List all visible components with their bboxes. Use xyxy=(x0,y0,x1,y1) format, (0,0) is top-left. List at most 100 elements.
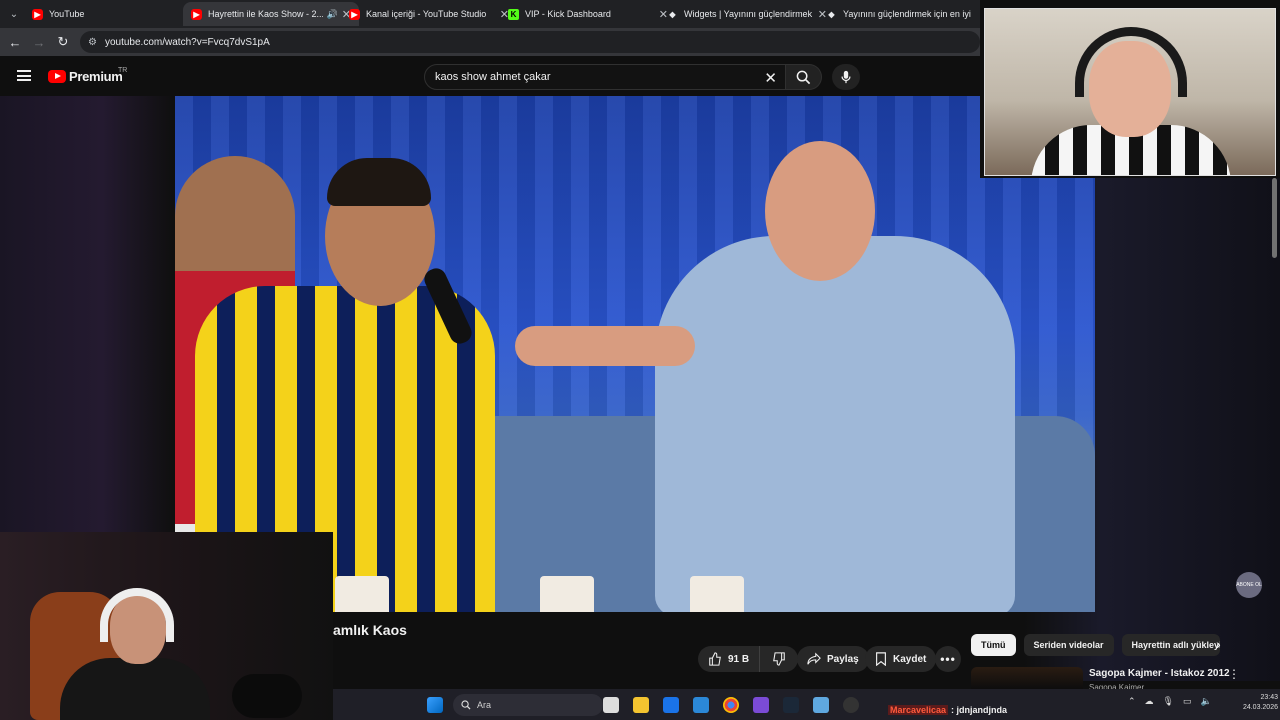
network-icon[interactable]: ☁ xyxy=(1145,696,1154,707)
share-arrow-icon xyxy=(807,652,821,665)
tab-kick-dashboard[interactable]: K VIP - Kick Dashboard ✕ xyxy=(500,2,676,26)
store-icon[interactable] xyxy=(663,697,679,713)
chevron-up-icon[interactable]: ⌃ xyxy=(1128,696,1136,707)
like-count: 91 B xyxy=(728,653,750,665)
search-icon xyxy=(461,700,471,710)
thumbs-down-icon xyxy=(773,652,785,666)
tab-widgets[interactable]: ◆ Widgets | Yayınını güçlendirmek ✕ xyxy=(659,2,835,26)
page-scrollbar[interactable] xyxy=(1272,178,1277,258)
display-icon[interactable]: ▭ xyxy=(1183,696,1192,707)
tab-title: Hayrettin ile Kaos Show - 2... xyxy=(208,9,323,19)
chip-series[interactable]: Seriden videolar xyxy=(1023,634,1114,656)
volume-icon[interactable]: 🔈 xyxy=(1201,696,1212,707)
discord-icon[interactable] xyxy=(753,697,769,713)
youtube-favicon-icon: ▶ xyxy=(191,8,202,20)
tab-title: Yayınını güçlendirmek için en iyi xyxy=(843,9,971,19)
chat-username: Marcavelicaa xyxy=(888,705,949,715)
steam-icon[interactable] xyxy=(783,697,799,713)
kick-favicon-icon: K xyxy=(508,8,519,20)
voice-search-button[interactable] xyxy=(832,64,860,90)
microphone-tray-icon[interactable]: 🎙 xyxy=(1163,696,1174,707)
search-button[interactable] xyxy=(786,64,822,90)
obs-icon[interactable] xyxy=(843,697,859,713)
more-actions-button[interactable]: ••• xyxy=(935,646,961,672)
clock-date: 24.03.2026 xyxy=(1242,704,1278,711)
windows-start-icon[interactable] xyxy=(427,697,443,713)
headset-icon xyxy=(100,588,174,642)
more-vertical-icon[interactable]: ⋮ xyxy=(1228,667,1240,681)
logo-text: Premium xyxy=(69,69,123,84)
chip-all[interactable]: Tümü xyxy=(971,634,1016,656)
taskbar-search-placeholder: Ara xyxy=(477,700,492,710)
webcam-overlay-top xyxy=(980,0,1280,178)
taskbar-search[interactable]: Ara xyxy=(453,694,603,716)
share-label: Paylaş xyxy=(827,653,859,665)
more-horizontal-icon: ••• xyxy=(940,652,956,666)
tab-title: Widgets | Yayınını güçlendirmek xyxy=(684,9,813,19)
recommendation-chips: Tümü Seriden videolar Hayrettin adlı yük… xyxy=(971,634,1228,656)
tab-title: Kanal içeriği - YouTube Studio xyxy=(366,9,487,19)
notepad-icon[interactable] xyxy=(813,697,829,713)
audio-playing-icon[interactable]: 🔊 xyxy=(327,9,338,20)
dislike-button[interactable] xyxy=(760,646,799,672)
microphone-icon xyxy=(841,70,851,84)
site-info-icon[interactable]: ⚙ xyxy=(88,37,97,48)
more-actions-group: ••• xyxy=(935,646,961,672)
taskbar-clock[interactable]: 23:43 24.03.2026 xyxy=(1228,693,1278,713)
share-group: Paylaş xyxy=(797,646,869,672)
bookmark-icon xyxy=(876,652,886,666)
tab-title: VIP - Kick Dashboard xyxy=(525,9,611,19)
headset-icon xyxy=(1075,27,1187,97)
country-code: TR xyxy=(118,67,128,74)
youtube-studio-favicon-icon: ▶ xyxy=(349,8,360,20)
tab-search-button[interactable]: ⌄ xyxy=(4,4,24,24)
youtube-header: Premium TR kaos show ahmet çakar ✕ xyxy=(0,56,980,96)
tab-youtube[interactable]: ▶ YouTube ✕ xyxy=(24,2,200,26)
webcam-overlay-bottom xyxy=(0,532,333,720)
system-tray: ⌃ ☁ 🎙 ▭ 🔈 xyxy=(1128,696,1221,707)
save-button[interactable]: Kaydet xyxy=(865,646,937,672)
outlook-icon[interactable] xyxy=(693,697,709,713)
webcam-feed xyxy=(984,8,1276,176)
recommendation-title[interactable]: Sagopa Kajmer - Istakoz 2012 xyxy=(1089,668,1230,679)
clear-search-icon[interactable]: ✕ xyxy=(764,69,777,87)
forward-arrow-icon[interactable]: → xyxy=(30,33,48,51)
video-cup xyxy=(540,576,594,612)
search-icon xyxy=(796,70,811,84)
recommendation-thumbnail[interactable] xyxy=(971,667,1083,689)
chat-text: : jdnjandjnda xyxy=(951,705,1008,715)
back-arrow-icon[interactable]: ← xyxy=(6,33,24,51)
youtube-logo-icon xyxy=(48,70,66,83)
share-button[interactable]: Paylaş xyxy=(797,646,869,672)
address-bar[interactable]: ⚙ youtube.com/watch?v=Fvcq7dvS1pA xyxy=(80,31,980,53)
video-person-right-arm xyxy=(515,326,695,366)
video-cup xyxy=(335,576,389,612)
search-input[interactable]: kaos show ahmet çakar ✕ xyxy=(424,64,786,90)
tab-kaos-show[interactable]: ▶ Hayrettin ile Kaos Show - 2... 🔊 ✕ xyxy=(183,2,359,26)
url-text: youtube.com/watch?v=Fvcq7dvS1pA xyxy=(104,36,270,48)
reload-icon[interactable]: ↻ xyxy=(54,33,72,51)
chevron-right-icon[interactable]: › xyxy=(1216,636,1221,652)
save-group: Kaydet xyxy=(865,646,937,672)
video-person-right-head xyxy=(765,141,875,281)
webcam-microphone xyxy=(232,674,302,718)
file-explorer-icon[interactable] xyxy=(633,697,649,713)
video-title: amlık Kaos xyxy=(333,622,407,638)
tab-youtube-studio[interactable]: ▶ Kanal içeriği - YouTube Studio ✕ xyxy=(341,2,517,26)
search-query: kaos show ahmet çakar xyxy=(435,71,551,83)
like-button[interactable]: 91 B xyxy=(698,646,761,672)
youtube-premium-logo[interactable]: Premium xyxy=(48,69,123,84)
like-dislike-group: 91 B xyxy=(698,646,799,672)
chrome-icon[interactable] xyxy=(723,697,739,713)
diamond-favicon-icon: ◆ xyxy=(828,9,835,19)
webcam-person-body xyxy=(60,658,210,720)
video-cup xyxy=(690,576,744,612)
thumbs-up-icon xyxy=(709,652,721,666)
diamond-favicon-icon: ◆ xyxy=(669,9,676,19)
chip-uploader[interactable]: Hayrettin adlı yükleyic xyxy=(1121,634,1220,656)
menu-icon[interactable] xyxy=(17,70,31,81)
stream-chat-message: Marcavelicaa : jdnjandjnda xyxy=(888,703,1007,717)
tab-yayin[interactable]: ◆ Yayınını güçlendirmek için en iyi xyxy=(818,2,994,26)
channel-watermark[interactable]: ABONE OL xyxy=(1236,572,1262,598)
task-view-icon[interactable] xyxy=(603,697,619,713)
